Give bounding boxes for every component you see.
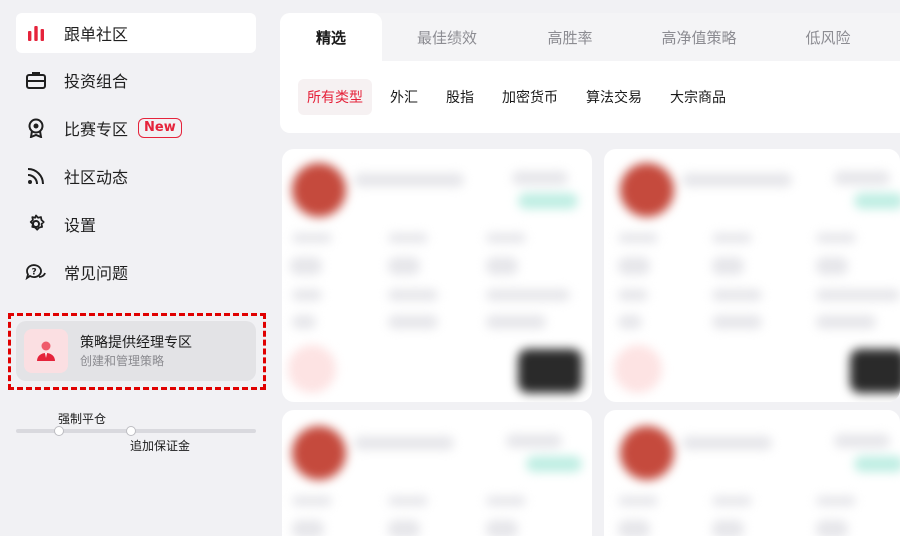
filter-crypto[interactable]: 加密货币 xyxy=(494,79,566,115)
promo-title: 策略提供经理专区 xyxy=(80,335,192,351)
medal-icon xyxy=(24,116,48,140)
blurred-card-content xyxy=(604,149,900,402)
sidebar-item-label: 比赛专区 xyxy=(64,120,129,139)
slider-label-margin-call: 追加保证金 xyxy=(130,439,191,453)
filter-all-types[interactable]: 所有类型 xyxy=(298,79,372,115)
sidebar-item-label: 社区动态 xyxy=(64,168,129,187)
sidebar-item-label: 投资组合 xyxy=(64,72,129,91)
chat-question-icon: ? xyxy=(24,260,48,284)
blurred-card-content xyxy=(282,149,592,402)
promo-subtitle: 创建和管理策略 xyxy=(80,354,165,368)
sidebar-item-competition[interactable]: 比赛专区 New xyxy=(16,108,256,148)
tab-high-net-value[interactable]: 高净值策略 xyxy=(644,13,754,61)
strategy-card[interactable] xyxy=(604,410,900,536)
blurred-card-content xyxy=(282,410,592,536)
strategy-card[interactable] xyxy=(282,410,592,536)
briefcase-icon xyxy=(24,68,48,92)
sidebar-item-community-feed[interactable]: 社区动态 xyxy=(16,156,256,196)
rss-icon xyxy=(24,164,48,188)
sidebar-item-label: 常见问题 xyxy=(64,264,129,283)
sidebar-item-settings[interactable]: 设置 xyxy=(16,204,256,244)
slider-knob-margin-call[interactable] xyxy=(126,426,136,436)
tab-best-performance[interactable]: 最佳绩效 xyxy=(397,13,497,61)
strategy-card[interactable] xyxy=(282,149,592,402)
blurred-card-content xyxy=(604,410,900,536)
tab-bar: 精选 最佳绩效 高胜率 高净值策略 低风险 xyxy=(280,13,900,61)
slider-label-forced-liquidation: 强制平仓 xyxy=(58,412,107,426)
sidebar-item-label: 跟单社区 xyxy=(64,25,129,44)
strategy-card[interactable] xyxy=(604,149,900,402)
strategy-provider-zone-button[interactable]: 策略提供经理专区 创建和管理策略 xyxy=(16,321,256,381)
risk-slider-track[interactable] xyxy=(16,429,256,433)
filter-indices[interactable]: 股指 xyxy=(438,79,482,115)
sidebar: 跟单社区 投资组合 比赛专区 New 社区动态 设置 ? 常见问题 策略提供经理… xyxy=(0,0,272,536)
sidebar-item-portfolio[interactable]: 投资组合 xyxy=(16,60,256,100)
sidebar-item-label: 设置 xyxy=(64,216,97,235)
slider-knob-forced-liquidation[interactable] xyxy=(54,426,64,436)
strategy-browser-header: 精选 最佳绩效 高胜率 高净值策略 低风险 所有类型 外汇 股指 加密货币 算法… xyxy=(280,13,900,133)
gear-icon xyxy=(24,212,48,236)
bar-chart-icon xyxy=(24,21,48,45)
sidebar-item-copy-trading-community[interactable]: 跟单社区 xyxy=(16,13,256,53)
filter-commodities[interactable]: 大宗商品 xyxy=(662,79,734,115)
tab-high-win-rate[interactable]: 高胜率 xyxy=(520,13,620,61)
filter-forex[interactable]: 外汇 xyxy=(382,79,426,115)
new-badge: New xyxy=(138,118,182,138)
tab-low-risk[interactable]: 低风险 xyxy=(780,13,876,61)
filter-algo-trading[interactable]: 算法交易 xyxy=(578,79,650,115)
svg-text:?: ? xyxy=(32,268,37,278)
manager-avatar-icon xyxy=(24,329,68,373)
sidebar-item-faq[interactable]: ? 常见问题 xyxy=(16,252,256,292)
tab-featured[interactable]: 精选 xyxy=(280,13,382,61)
